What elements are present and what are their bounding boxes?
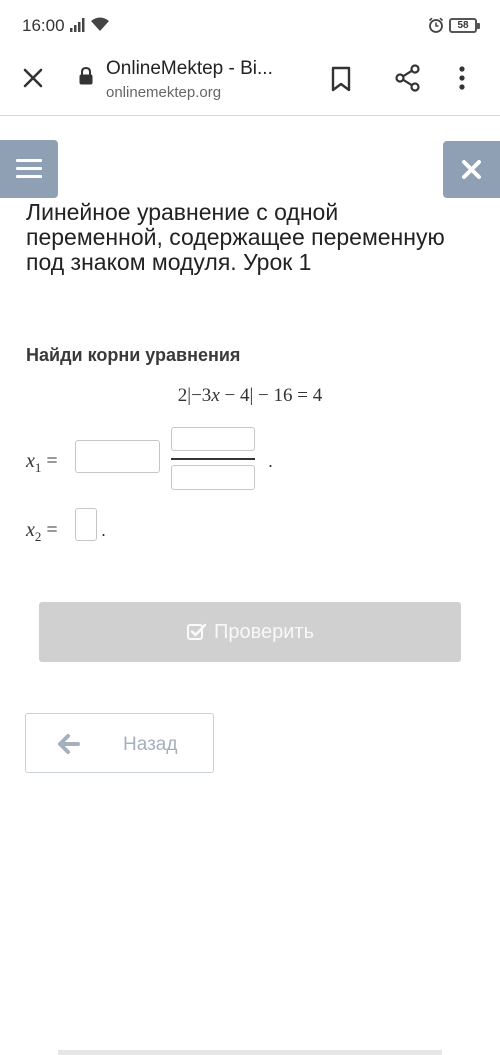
back-button[interactable]: Назад <box>25 713 214 773</box>
x2-label: x2 = <box>26 519 58 545</box>
x1-whole-input[interactable] <box>75 440 160 473</box>
x2-var: x <box>26 519 35 541</box>
site-title[interactable]: OnlineMektep - Bi... <box>106 58 273 80</box>
equation-coef: 2 <box>177 385 188 406</box>
menu-button[interactable] <box>0 140 58 198</box>
x2-input[interactable] <box>75 508 97 541</box>
equation-var: x <box>211 385 220 406</box>
alarm-icon <box>428 17 444 33</box>
x1-denominator-input[interactable] <box>171 465 255 490</box>
check-square-icon <box>186 623 207 640</box>
equation: 2|−3x − 4| − 16 = 4 <box>0 385 500 407</box>
lesson-title: Линейное уравнение с одной переменной, с… <box>26 199 445 275</box>
gesture-bar <box>58 1050 442 1055</box>
x-icon <box>462 160 481 179</box>
fraction-line <box>171 458 255 460</box>
signal-icon <box>70 18 85 32</box>
close-lesson-button[interactable] <box>443 141 500 198</box>
site-url[interactable]: onlinemektep.org <box>106 84 221 101</box>
bookmark-icon[interactable] <box>330 66 352 92</box>
back-button-label: Назад <box>123 734 178 755</box>
share-icon[interactable] <box>394 64 422 92</box>
more-icon[interactable] <box>458 65 466 91</box>
x2-dot: . <box>101 520 107 540</box>
x1-numerator-input[interactable] <box>171 427 255 451</box>
lock-icon <box>79 66 93 85</box>
battery-indicator: 58 <box>449 18 480 33</box>
close-icon[interactable] <box>20 65 46 91</box>
status-bar: 16:00 58 <box>0 0 500 50</box>
x1-dot: . <box>268 451 274 471</box>
wifi-icon <box>91 17 109 31</box>
x1-label: x1 = <box>26 450 58 476</box>
arrow-left-icon <box>58 734 80 754</box>
x1-var: x <box>26 450 35 472</box>
check-button[interactable]: Проверить <box>39 602 461 662</box>
equation-abs-left: |−3 <box>187 385 212 406</box>
x2-eq: = <box>41 519 58 541</box>
task-heading: Найди корни уравнения <box>26 345 241 365</box>
browser-toolbar: OnlineMektep - Bi... onlinemektep.org <box>0 50 500 116</box>
check-button-label: Проверить <box>213 620 315 643</box>
status-time: 16:00 <box>22 16 65 35</box>
equation-abs-right: − 4| − 16 = 4 <box>219 385 323 406</box>
x1-eq: = <box>41 450 58 472</box>
